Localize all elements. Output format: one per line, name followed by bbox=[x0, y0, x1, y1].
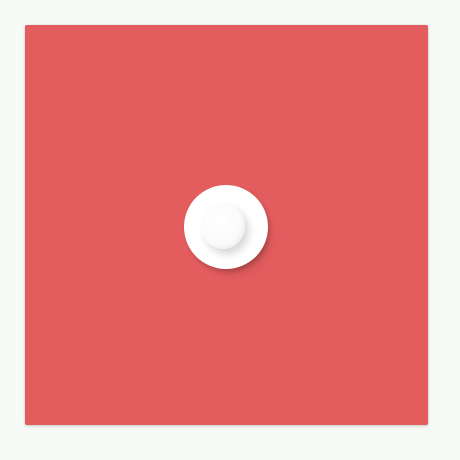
toggle-knob-button[interactable] bbox=[184, 185, 268, 269]
toggle-knob-icon bbox=[201, 203, 245, 249]
color-panel bbox=[25, 25, 428, 425]
stage bbox=[0, 0, 460, 460]
